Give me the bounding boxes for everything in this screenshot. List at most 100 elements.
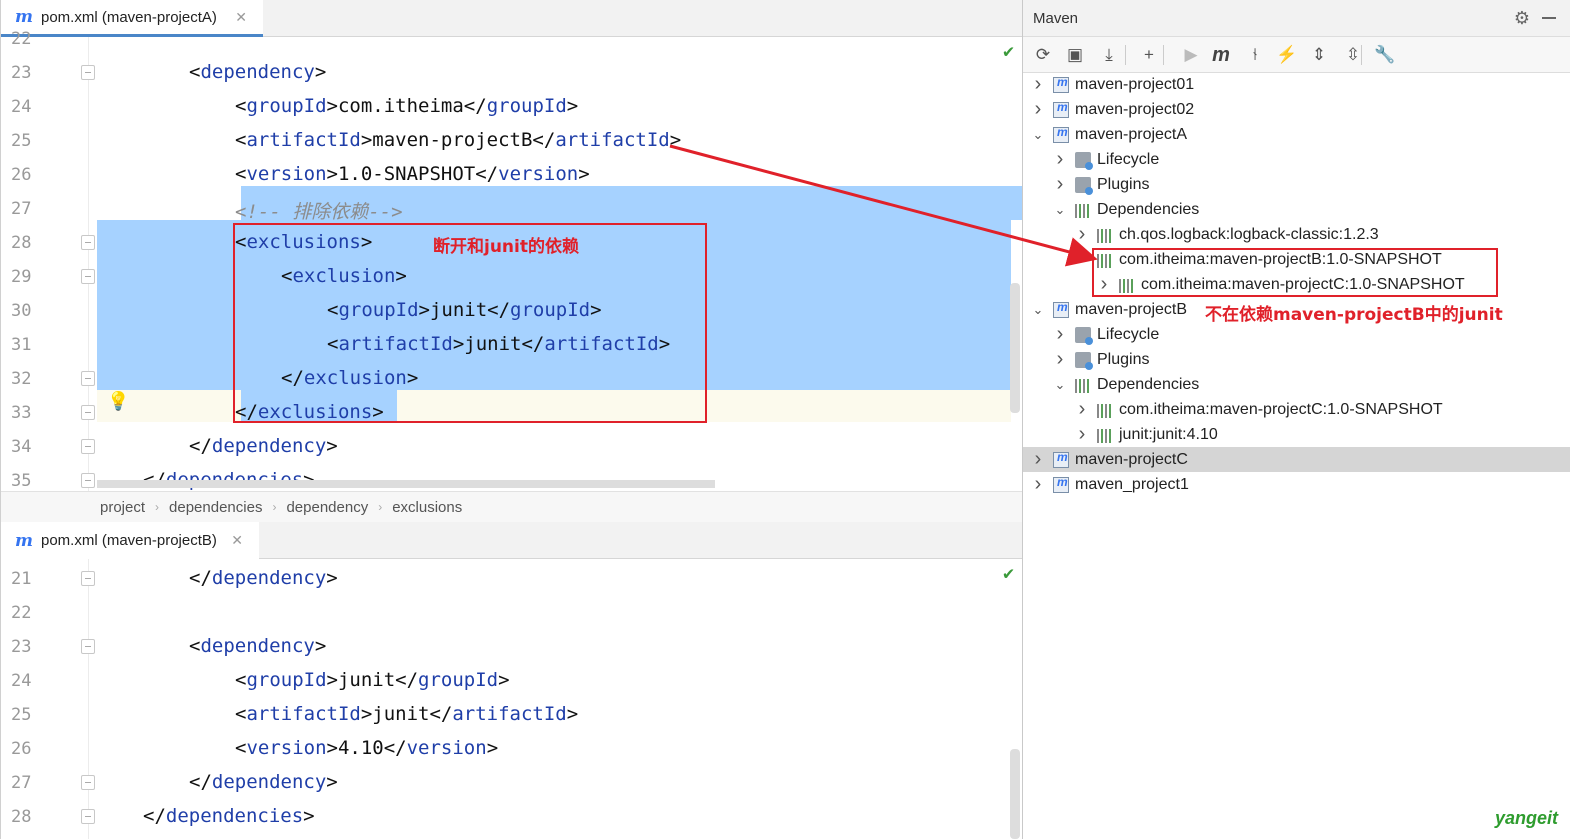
- maven-m-icon[interactable]: m: [1209, 43, 1233, 67]
- fold-marker-icon[interactable]: [81, 439, 95, 454]
- code-line[interactable]: 22: [1, 595, 1022, 629]
- chevron-down-icon[interactable]: ⌄: [1031, 302, 1045, 318]
- code-line[interactable]: 21 </dependency>: [1, 561, 1022, 595]
- fold-marker-icon[interactable]: [81, 269, 95, 284]
- tree-node[interactable]: ⌄ maven-projectA: [1023, 122, 1570, 147]
- tree-node[interactable]: › maven-project01: [1023, 72, 1570, 97]
- download-icon[interactable]: ⤓: [1097, 43, 1121, 67]
- breadcrumb-item[interactable]: project: [100, 499, 145, 516]
- fold-marker-icon[interactable]: [81, 371, 95, 386]
- xml-text: <: [189, 635, 201, 657]
- code-line[interactable]: 27 <!-- 排除依赖-->: [1, 191, 1022, 225]
- line-number: 31: [11, 335, 32, 355]
- vertical-scrollbar[interactable]: [1010, 283, 1020, 413]
- tree-node-label: maven-project01: [1075, 75, 1195, 93]
- inspection-ok-icon[interactable]: ✔: [1003, 41, 1014, 62]
- tree-node[interactable]: ⌄ Dependencies: [1023, 197, 1570, 222]
- line-number: 32: [11, 369, 32, 389]
- chevron-right-icon[interactable]: ›: [1053, 173, 1067, 196]
- breadcrumb-item[interactable]: exclusions: [392, 499, 462, 516]
- code-line[interactable]: 24 <groupId>com.itheima</groupId>: [1, 89, 1022, 123]
- chevron-right-icon[interactable]: ›: [1075, 423, 1089, 446]
- chevron-right-icon[interactable]: ›: [1053, 323, 1067, 346]
- xml-text: >junit</: [360, 703, 453, 725]
- chevron-right-icon[interactable]: ›: [1031, 98, 1045, 121]
- code-line[interactable]: 26 <version>4.10</version>: [1, 731, 1022, 765]
- fold-marker-icon[interactable]: [81, 65, 95, 80]
- fold-marker-icon[interactable]: [81, 405, 95, 420]
- gear-icon[interactable]: ⚙: [1514, 8, 1530, 29]
- tree-node[interactable]: › Lifecycle: [1023, 322, 1570, 347]
- code-line[interactable]: 25 <artifactId>junit</artifactId>: [1, 697, 1022, 731]
- xml-text: >: [326, 567, 338, 589]
- code-line[interactable]: 24 <groupId>junit</groupId>: [1, 663, 1022, 697]
- code-line[interactable]: 28 </dependencies>: [1, 799, 1022, 833]
- chevron-right-icon[interactable]: ›: [1075, 398, 1089, 421]
- tree-node[interactable]: › junit:junit:4.10: [1023, 422, 1570, 447]
- horizontal-scrollbar[interactable]: [97, 480, 715, 488]
- tree-node[interactable]: › com.itheima:maven-projectC:1.0-SNAPSHOT: [1023, 397, 1570, 422]
- chevron-down-icon[interactable]: ⌄: [1053, 377, 1067, 393]
- add-folder-icon[interactable]: ▣: [1063, 43, 1087, 67]
- breadcrumb-item[interactable]: dependency: [286, 499, 368, 516]
- tree-node[interactable]: › maven-projectC: [1023, 447, 1570, 472]
- tree-node[interactable]: › Lifecycle: [1023, 147, 1570, 172]
- editor-tab-bar: m pom.xml (maven-projectB) ✕: [1, 522, 1022, 559]
- chevron-right-icon[interactable]: ›: [1031, 473, 1045, 496]
- code-line[interactable]: 23 <dependency>: [1, 55, 1022, 89]
- tree-node[interactable]: › Plugins: [1023, 172, 1570, 197]
- minimize-icon[interactable]: [1542, 17, 1556, 19]
- chevron-down-icon[interactable]: ⌄: [1031, 127, 1045, 143]
- close-icon[interactable]: ✕: [223, 532, 243, 549]
- fold-marker-icon[interactable]: [81, 235, 95, 250]
- fold-marker-icon[interactable]: [81, 473, 95, 488]
- line-number: 33: [11, 403, 32, 423]
- reload-icon[interactable]: ⟳: [1031, 43, 1055, 67]
- run-icon[interactable]: ▶: [1179, 43, 1203, 67]
- chevron-right-icon[interactable]: ›: [1053, 148, 1067, 171]
- code-line[interactable]: 34 </dependency>: [1, 429, 1022, 463]
- toggle-offline-icon[interactable]: ⫮: [1243, 43, 1267, 67]
- fold-marker-icon[interactable]: [81, 809, 95, 824]
- xml-text: >1.0-SNAPSHOT</: [326, 163, 499, 185]
- tree-node[interactable]: › maven_project1: [1023, 472, 1570, 497]
- code-line[interactable]: 23 <dependency>: [1, 629, 1022, 663]
- expand-all-icon[interactable]: ⇕: [1307, 43, 1331, 67]
- chevron-right-icon[interactable]: ›: [1031, 73, 1045, 96]
- chevron-right-icon[interactable]: ›: [1031, 448, 1045, 471]
- xml-tag-name: dependency: [211, 771, 327, 793]
- xml-text: >: [303, 805, 315, 827]
- xml-text: <: [235, 95, 247, 117]
- breadcrumb-item[interactable]: dependencies: [169, 499, 262, 516]
- line-number: 25: [11, 705, 32, 725]
- code-editor[interactable]: 21 </dependency> 22 23 <dependency> 24 <groupI…: [1, 559, 1022, 839]
- code-line[interactable]: 26 <version>1.0-SNAPSHOT</version>: [1, 157, 1022, 191]
- xml-text: >4.10</: [326, 737, 407, 759]
- fold-marker-icon[interactable]: [81, 639, 95, 654]
- chevron-right-icon[interactable]: ›: [1053, 348, 1067, 371]
- tree-node[interactable]: › ch.qos.logback:logback-classic:1.2.3: [1023, 222, 1570, 247]
- tree-node[interactable]: ⌄ Dependencies: [1023, 372, 1570, 397]
- tree-node[interactable]: › Plugins: [1023, 347, 1570, 372]
- chevron-down-icon[interactable]: ⌄: [1053, 202, 1067, 218]
- line-number: 24: [11, 97, 32, 117]
- library-icon: [1097, 427, 1113, 443]
- code-line[interactable]: 27 </dependency>: [1, 765, 1022, 799]
- line-number: 26: [11, 165, 32, 185]
- chevron-right-icon[interactable]: ›: [1075, 223, 1089, 246]
- tab-pom-project-b[interactable]: m pom.xml (maven-projectB) ✕: [1, 522, 259, 559]
- code-line[interactable]: 22: [1, 21, 1022, 55]
- tree-node[interactable]: › maven-project02: [1023, 97, 1570, 122]
- vertical-scrollbar[interactable]: [1010, 749, 1020, 839]
- line-number: 28: [11, 233, 32, 253]
- inspection-ok-icon[interactable]: ✔: [1003, 563, 1014, 584]
- settings-wrench-icon[interactable]: 🔧: [1373, 43, 1397, 67]
- intention-bulb-icon[interactable]: 💡: [107, 391, 129, 412]
- fold-marker-icon[interactable]: [81, 571, 95, 586]
- code-line[interactable]: 25 <artifactId>maven-projectB</artifactId…: [1, 123, 1022, 157]
- toolbar-separator: [1125, 45, 1126, 65]
- code-text: <artifactId>junit</artifactId>: [235, 703, 578, 725]
- fold-marker-icon[interactable]: [81, 775, 95, 790]
- skip-tests-icon[interactable]: ⚡: [1275, 43, 1299, 67]
- plus-icon[interactable]: +: [1137, 43, 1161, 67]
